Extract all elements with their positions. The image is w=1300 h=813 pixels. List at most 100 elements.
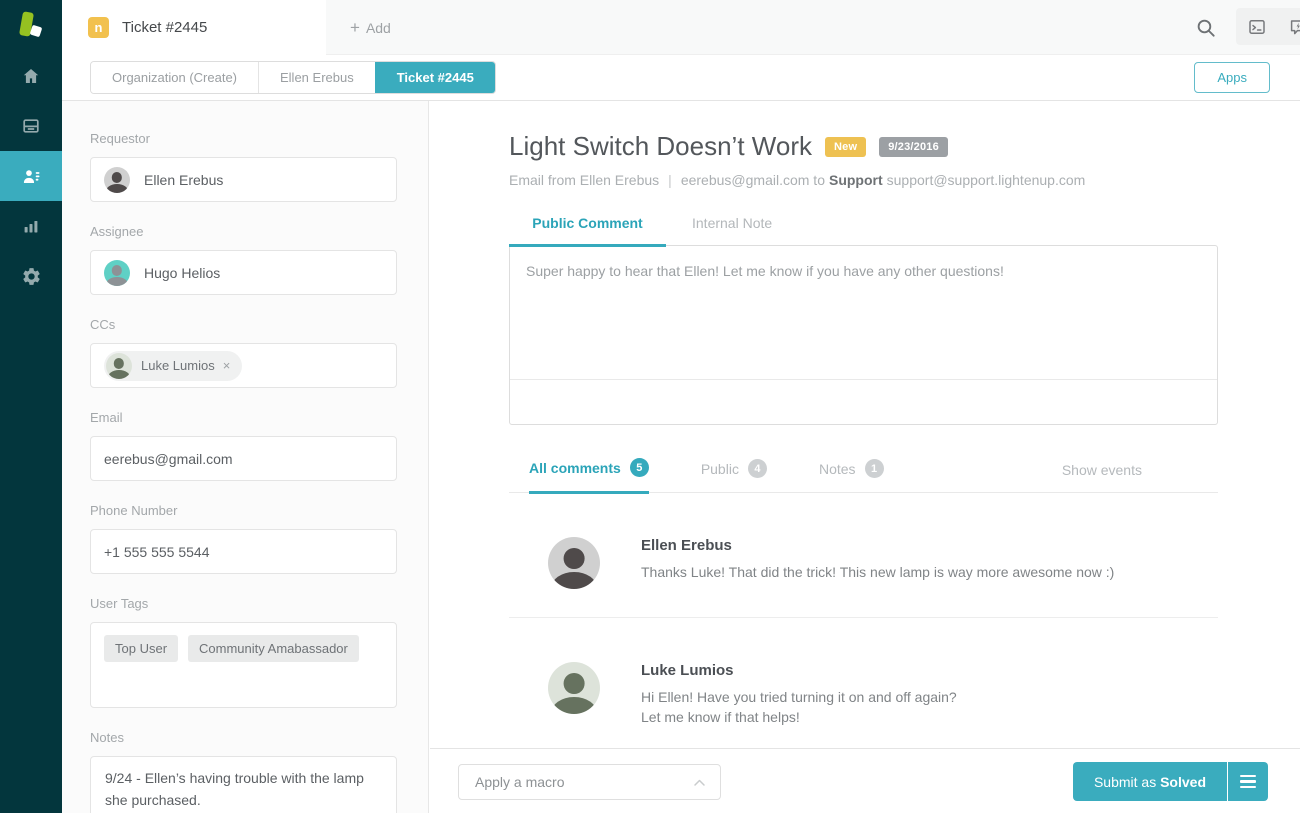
channel-toolbar bbox=[1236, 8, 1300, 45]
reports-icon bbox=[21, 216, 41, 236]
submit-status: Solved bbox=[1160, 774, 1206, 790]
comment-text: Thanks Luke! That did the trick! This ne… bbox=[641, 562, 1114, 582]
ticket-meta: Email from Ellen Erebus | eerebus@gmail.co… bbox=[509, 172, 1218, 188]
sidebar-item-settings[interactable] bbox=[0, 251, 62, 301]
console-icon[interactable] bbox=[1236, 8, 1277, 45]
user-tag[interactable]: Community Amabassador bbox=[188, 635, 359, 662]
commenter-avatar bbox=[548, 662, 600, 714]
tab-notes-label: Notes bbox=[819, 461, 856, 477]
meta-source: Email from Ellen Erebus bbox=[509, 172, 659, 188]
breadcrumb: Organization (Create) Ellen Erebus Ticke… bbox=[90, 61, 496, 94]
count-badge: 5 bbox=[630, 458, 649, 477]
chat-lightning-icon[interactable] bbox=[1277, 8, 1300, 45]
phone-field[interactable]: +1 555 555 5544 bbox=[90, 529, 397, 574]
comment-author: Luke Lumios bbox=[641, 662, 957, 679]
compose-toolbar bbox=[510, 379, 1217, 424]
compose-box: Super happy to hear that Ellen! Let me k… bbox=[509, 245, 1218, 425]
comment-input[interactable]: Super happy to hear that Ellen! Let me k… bbox=[510, 246, 1217, 379]
date-badge: 9/23/2016 bbox=[879, 137, 948, 157]
side-navigation bbox=[0, 0, 62, 813]
breadcrumb-row: Organization (Create) Ellen Erebus Ticke… bbox=[62, 55, 1300, 101]
hamburger-icon[interactable] bbox=[1227, 762, 1268, 801]
nav-list bbox=[0, 51, 62, 301]
requestor-avatar bbox=[104, 167, 130, 193]
assignee-field[interactable]: Hugo Helios bbox=[90, 250, 397, 295]
email-field[interactable]: eerebus@gmail.com bbox=[90, 436, 397, 481]
comment-text: Let me know if that helps! bbox=[641, 707, 957, 727]
comment-item: Ellen Erebus Thanks Luke! That did the t… bbox=[509, 493, 1218, 618]
comment-text: Hi Ellen! Have you tried turning it on a… bbox=[641, 687, 957, 707]
comment-body: Luke Lumios Hi Ellen! Have you tried tur… bbox=[641, 662, 957, 728]
page-title: Light Switch Doesn’t Work bbox=[509, 131, 812, 162]
meta-separator: | bbox=[668, 172, 672, 188]
count-badge: 1 bbox=[865, 459, 884, 478]
submit-as-solved-button[interactable]: Submit as Solved bbox=[1073, 762, 1227, 801]
close-icon[interactable]: × bbox=[223, 358, 231, 373]
ccs-label: CCs bbox=[90, 317, 397, 332]
breadcrumb-organization[interactable]: Organization (Create) bbox=[91, 62, 258, 93]
views-icon bbox=[21, 116, 41, 136]
cc-avatar bbox=[106, 353, 132, 379]
top-bar-right: + Add bbox=[326, 0, 1300, 55]
submit-prefix: Submit as bbox=[1094, 774, 1160, 790]
user-tag[interactable]: Top User bbox=[104, 635, 178, 662]
notes-field[interactable]: 9/24 - Ellen’s having trouble with the l… bbox=[90, 756, 397, 813]
ticket-main: Light Switch Doesn’t Work New 9/23/2016 … bbox=[430, 101, 1300, 748]
requestor-field[interactable]: Ellen Erebus bbox=[90, 157, 397, 202]
count-badge: 4 bbox=[748, 459, 767, 478]
compose-tabs: Public Comment Internal Note bbox=[509, 215, 1218, 245]
sidebar-item-home[interactable] bbox=[0, 51, 62, 101]
customers-icon bbox=[21, 166, 42, 187]
show-events-toggle[interactable]: Show events bbox=[1062, 462, 1142, 492]
tab-all-comments[interactable]: All comments 5 bbox=[529, 458, 649, 494]
ticket-title-row: Light Switch Doesn’t Work New 9/23/2016 bbox=[509, 131, 1218, 162]
ticket-footer: Apply a macro Submit as Solved bbox=[430, 748, 1300, 813]
tab-public-comment[interactable]: Public Comment bbox=[509, 215, 666, 247]
chevron-up-icon bbox=[693, 778, 706, 787]
cc-chip[interactable]: Luke Lumios × bbox=[104, 351, 242, 381]
apps-button[interactable]: Apps bbox=[1194, 62, 1270, 93]
comment-item: Luke Lumios Hi Ellen! Have you tried tur… bbox=[509, 618, 1218, 748]
search-icon[interactable] bbox=[1195, 17, 1217, 39]
tab-public-label: Public bbox=[701, 461, 739, 477]
sidebar-item-reports[interactable] bbox=[0, 201, 62, 251]
user-tags-label: User Tags bbox=[90, 596, 397, 611]
ticket-app: + Add bbox=[0, 0, 1300, 813]
meta-team: Support bbox=[829, 172, 883, 188]
notes-label: Notes bbox=[90, 730, 397, 745]
tab-all-comments-label: All comments bbox=[529, 460, 621, 476]
meta-support-email: support@support.lightenup.com bbox=[887, 172, 1086, 188]
breadcrumb-ticket[interactable]: Ticket #2445 bbox=[375, 62, 495, 93]
apply-macro-placeholder: Apply a macro bbox=[475, 774, 564, 790]
sidebar-item-customers[interactable] bbox=[0, 151, 62, 201]
ticket-properties-panel: Requestor Ellen Erebus Assignee Hugo Hel… bbox=[62, 101, 429, 813]
meta-email: eerebus@gmail.com to bbox=[681, 172, 825, 188]
status-badge: New bbox=[825, 137, 866, 157]
top-bar: + Add bbox=[62, 0, 1300, 55]
submit-split-button: Submit as Solved bbox=[1073, 762, 1268, 801]
assignee-avatar bbox=[104, 260, 130, 286]
assignee-label: Assignee bbox=[90, 224, 397, 239]
assignee-value: Hugo Helios bbox=[144, 265, 220, 281]
commenter-avatar bbox=[548, 537, 600, 589]
ticket-tab[interactable]: n Ticket #2445 bbox=[62, 0, 326, 55]
comment-author: Ellen Erebus bbox=[641, 537, 1114, 554]
tab-public[interactable]: Public 4 bbox=[701, 459, 767, 492]
ccs-field[interactable]: Luke Lumios × bbox=[90, 343, 397, 388]
plus-icon: + bbox=[350, 18, 360, 38]
email-label: Email bbox=[90, 410, 397, 425]
ticket-type-badge: n bbox=[88, 17, 109, 38]
comment-filter-tabs: All comments 5 Public 4 Notes 1 Show eve… bbox=[509, 458, 1218, 493]
add-tab-label: Add bbox=[366, 20, 391, 36]
tab-notes[interactable]: Notes 1 bbox=[819, 459, 884, 492]
sidebar-item-views[interactable] bbox=[0, 101, 62, 151]
home-icon bbox=[21, 66, 41, 86]
apply-macro-select[interactable]: Apply a macro bbox=[458, 764, 721, 800]
tab-internal-note[interactable]: Internal Note bbox=[692, 215, 772, 245]
phone-label: Phone Number bbox=[90, 503, 397, 518]
requestor-value: Ellen Erebus bbox=[144, 172, 223, 188]
user-tags-field[interactable]: Top User Community Amabassador bbox=[90, 622, 397, 708]
add-tab-button[interactable]: + Add bbox=[350, 0, 391, 55]
brand-logo bbox=[15, 10, 47, 42]
breadcrumb-person[interactable]: Ellen Erebus bbox=[258, 62, 375, 93]
